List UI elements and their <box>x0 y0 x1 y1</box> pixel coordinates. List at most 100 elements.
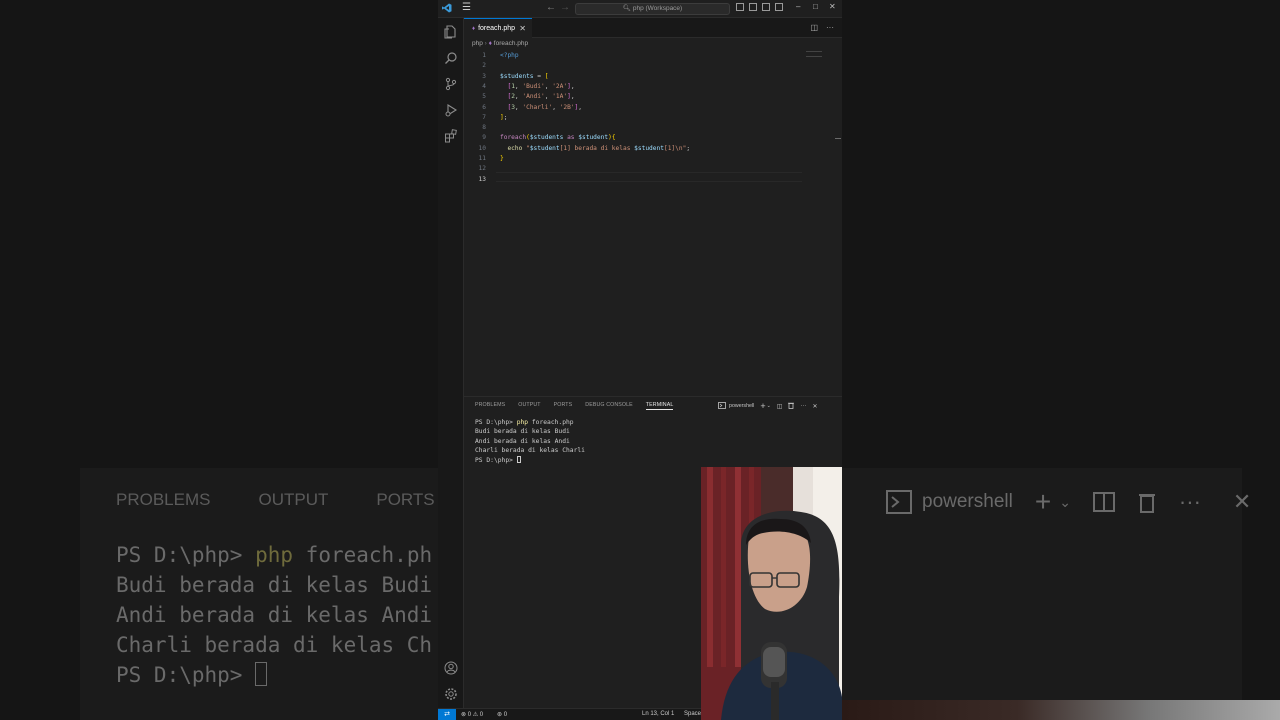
background-tab: OUTPUT <box>258 490 329 509</box>
menu-icon[interactable]: ☰ <box>462 2 471 13</box>
tab-output[interactable]: OUTPUT <box>518 402 540 410</box>
terminal-line: Andi berada di kelas Andi <box>475 437 570 445</box>
restore-icon[interactable]: □ <box>813 2 818 11</box>
more-actions-icon[interactable]: ··· <box>826 23 834 32</box>
video-frame: PROBLEMS OUTPUT PORTS PS D:\php> php for… <box>0 0 1280 720</box>
panel-tabs: PROBLEMS OUTPUT PORTS DEBUG CONSOLE TERM… <box>475 402 674 410</box>
settings-gear-icon[interactable] <box>444 687 458 701</box>
code-line: <?php <box>500 52 519 59</box>
kill-terminal-trash-icon[interactable] <box>788 402 795 411</box>
webcam-overlay <box>701 467 842 720</box>
plus-icon: + <box>1034 486 1052 517</box>
background-terminal-tools: powershell + ⌄ ··· ✕ <box>886 486 1251 518</box>
terminal-name[interactable]: powershell <box>729 403 754 409</box>
search-icon[interactable] <box>444 51 458 65</box>
close-icon: ✕ <box>1232 489 1252 514</box>
editor-tab-bar: ♦ foreach.php ✕ ◫ ··· <box>464 18 842 38</box>
scrollbar-marker <box>835 138 841 139</box>
chevron-down-icon: ⌄ <box>1059 493 1071 510</box>
background-tab: PROBLEMS <box>116 490 211 509</box>
terminal-toolbar: powershell + ⌄ ◫ ··· ✕ <box>718 401 818 411</box>
code-line: echo "$student[1] berada di kelas $stude… <box>507 144 691 152</box>
presenter-video-image <box>701 467 842 720</box>
explorer-icon[interactable] <box>444 25 458 39</box>
toggle-secondary-sidebar-icon[interactable] <box>762 3 770 11</box>
tab-problems[interactable]: PROBLEMS <box>475 402 505 410</box>
extensions-icon[interactable] <box>444 129 458 143</box>
code-line: ]; <box>500 113 508 121</box>
close-window-icon[interactable]: ✕ <box>829 2 836 11</box>
terminal-icon <box>718 401 726 411</box>
line-number: 2 <box>482 62 486 70</box>
editor-tab[interactable]: ♦ foreach.php ✕ <box>464 18 532 38</box>
tab-terminal[interactable]: TERMINAL <box>645 402 674 410</box>
split-terminal-icon[interactable]: ◫ <box>777 403 783 410</box>
background-panel-tabs: PROBLEMS OUTPUT PORTS <box>116 490 435 510</box>
line-number: 10 <box>478 144 486 152</box>
split-editor-icon[interactable]: ◫ <box>810 23 818 32</box>
breadcrumb-folder[interactable]: php <box>472 40 483 47</box>
minimize-icon[interactable]: – <box>796 2 800 11</box>
indentation-status[interactable]: Space <box>684 711 701 717</box>
toggle-sidebar-icon[interactable] <box>736 3 744 11</box>
php-file-icon: ♦ <box>488 40 492 47</box>
terminal-line: Charli berada di kelas Charli <box>475 447 585 455</box>
vscode-logo-icon <box>442 3 453 14</box>
ports-status[interactable]: ⊛ 0 <box>497 711 507 718</box>
line-number: 7 <box>482 113 486 121</box>
terminal-line: Budi berada di kelas Budi <box>475 428 570 436</box>
source-control-icon[interactable] <box>444 77 458 91</box>
line-number: 8 <box>482 124 486 132</box>
command-center[interactable]: 🔍︎ php (Workspace) <box>575 3 730 15</box>
line-number: 4 <box>482 82 486 90</box>
code-line: foreach($students as $student){ <box>500 134 616 142</box>
php-file-icon: ♦ <box>472 26 476 32</box>
code-line: } <box>500 155 504 162</box>
code-line: [3, 'Charli', '2B'], <box>507 103 583 111</box>
line-number: 12 <box>478 165 486 173</box>
background-zoom-right: powershell + ⌄ ··· ✕ <box>842 0 1280 720</box>
breadcrumb: php › ♦ foreach.php <box>472 40 529 47</box>
run-debug-icon[interactable] <box>444 103 458 117</box>
forward-arrow-icon[interactable]: → <box>560 2 570 13</box>
tab-debug-console[interactable]: DEBUG CONSOLE <box>585 402 633 410</box>
close-tab-icon[interactable]: ✕ <box>519 19 526 38</box>
terminal-output[interactable]: PS D:\php> php foreach.php Budi berada d… <box>475 418 585 465</box>
layout-controls <box>736 3 783 11</box>
activity-bar <box>438 18 464 708</box>
split-icon <box>1092 492 1115 512</box>
line-number: 9 <box>482 134 486 142</box>
remote-indicator-icon[interactable]: ⇄ <box>438 709 456 720</box>
terminal-icon <box>886 490 912 514</box>
code-line: $students = [ <box>500 72 549 80</box>
line-number: 1 <box>482 52 486 59</box>
customize-layout-icon[interactable] <box>775 3 783 11</box>
code-line: [2, 'Andi', '1A'], <box>507 93 575 101</box>
line-number: 6 <box>482 103 486 111</box>
current-line-highlight <box>496 172 802 182</box>
breadcrumb-file[interactable]: foreach.php <box>494 40 528 47</box>
background-zoom-left: PROBLEMS OUTPUT PORTS PS D:\php> php for… <box>0 0 438 720</box>
background-strip <box>842 700 1280 720</box>
chevron-down-icon[interactable]: ⌄ <box>767 403 771 409</box>
more-icon: ··· <box>1178 489 1201 514</box>
close-panel-icon[interactable]: ✕ <box>812 403 817 410</box>
background-tab: PORTS <box>376 490 435 509</box>
line-number: 13 <box>478 175 486 183</box>
back-arrow-icon[interactable]: ← <box>546 2 556 13</box>
editor-actions: ◫ ··· <box>810 23 834 32</box>
terminal-cursor <box>516 455 521 463</box>
cursor-position[interactable]: Ln 13, Col 1 <box>642 711 674 717</box>
tab-ports[interactable]: PORTS <box>554 402 573 410</box>
minimap[interactable] <box>806 51 822 57</box>
editor-area: ♦ foreach.php ✕ ◫ ··· php › ♦ foreach.php… <box>464 18 842 396</box>
toggle-panel-icon[interactable] <box>749 3 757 11</box>
new-terminal-icon[interactable]: + <box>760 401 765 411</box>
line-number: 11 <box>478 155 486 162</box>
code-line: [1, 'Budi', '2A'], <box>507 82 575 90</box>
line-number: 5 <box>482 93 486 101</box>
trash-icon <box>1138 494 1155 513</box>
more-icon[interactable]: ··· <box>800 403 806 409</box>
problems-status[interactable]: ⊗ 0 ⚠ 0 <box>461 711 483 718</box>
account-icon[interactable] <box>444 661 458 675</box>
